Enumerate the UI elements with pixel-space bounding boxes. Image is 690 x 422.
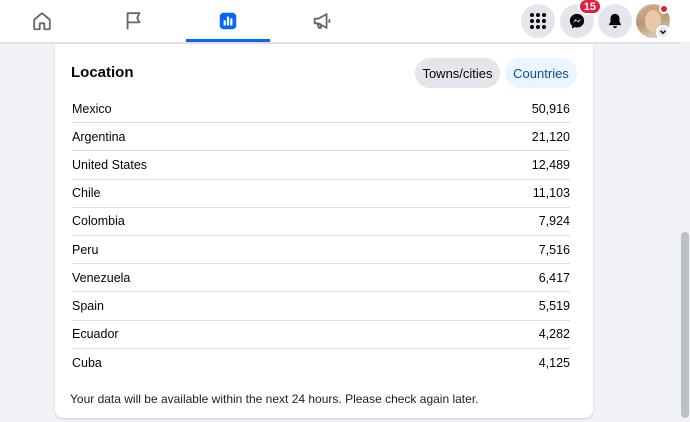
towns-cities-filter-button[interactable]: Towns/cities — [415, 58, 500, 88]
country-name: Cuba — [72, 355, 102, 370]
countries-filter-button[interactable]: Countries — [505, 58, 577, 88]
country-count: 7,516 — [538, 242, 570, 257]
list-item: Colombia 7,924 — [72, 208, 570, 236]
list-item: Mexico 50,916 — [72, 95, 570, 124]
insights-icon — [219, 12, 237, 30]
list-item: Spain 5,519 — [72, 292, 570, 321]
chevron-down-icon — [660, 30, 666, 35]
list-item: Chile 11,103 — [72, 180, 570, 208]
nav-tab-pages[interactable] — [92, 0, 176, 42]
country-name: Spain — [72, 298, 104, 313]
country-name: Peru — [72, 242, 99, 257]
location-list: Mexico 50,916 Argentina 21,120 United Stat… — [72, 95, 570, 377]
country-count: 7,924 — [538, 214, 570, 229]
country-count: 12,489 — [531, 157, 570, 172]
country-name: Colombia — [72, 214, 125, 229]
top-navigation-bar: 15 — [0, 0, 690, 42]
nav-tab-ads[interactable] — [280, 0, 364, 42]
country-name: Ecuador — [72, 327, 119, 342]
list-item: United States 12,489 — [72, 151, 570, 180]
country-count: 11,103 — [532, 186, 570, 201]
scrollbar-thumb[interactable] — [681, 232, 689, 418]
home-icon — [33, 12, 51, 31]
notifications-button[interactable] — [598, 4, 632, 38]
nav-tab-home[interactable] — [0, 0, 84, 42]
location-title: Location — [71, 64, 134, 81]
country-name: Argentina — [72, 129, 126, 144]
country-name: United States — [72, 157, 148, 172]
notification-dot — [659, 4, 669, 14]
location-card: Location Towns/cities Countries Mexico 50… — [55, 44, 593, 418]
data-availability-note: Your data will be available within the n… — [70, 392, 479, 406]
bell-icon — [609, 13, 621, 29]
messenger-badge: 15 — [577, 0, 602, 15]
country-count: 21,120 — [531, 129, 570, 144]
list-item: Argentina 21,120 — [72, 123, 570, 152]
grid-menu-icon — [530, 13, 546, 29]
nav-tab-insights[interactable] — [186, 0, 270, 42]
messenger-button[interactable]: 15 — [560, 0, 602, 38]
list-item: Cuba 4,125 — [72, 349, 570, 377]
country-count: 5,519 — [538, 298, 570, 313]
country-count: 6,417 — [538, 270, 570, 285]
flag-icon — [126, 12, 141, 30]
list-item: Ecuador 4,282 — [72, 321, 570, 349]
megaphone-icon — [313, 13, 331, 29]
list-item: Venezuela 6,417 — [72, 264, 570, 293]
country-count: 4,282 — [538, 327, 570, 342]
country-count: 50,916 — [531, 101, 570, 116]
list-item: Peru 7,516 — [72, 236, 570, 265]
account-chevron[interactable] — [656, 25, 670, 39]
country-name: Chile — [72, 186, 101, 201]
country-name: Mexico — [72, 101, 112, 116]
country-name: Venezuela — [72, 270, 131, 285]
menu-button[interactable] — [521, 4, 555, 38]
country-count: 4,125 — [538, 355, 570, 370]
